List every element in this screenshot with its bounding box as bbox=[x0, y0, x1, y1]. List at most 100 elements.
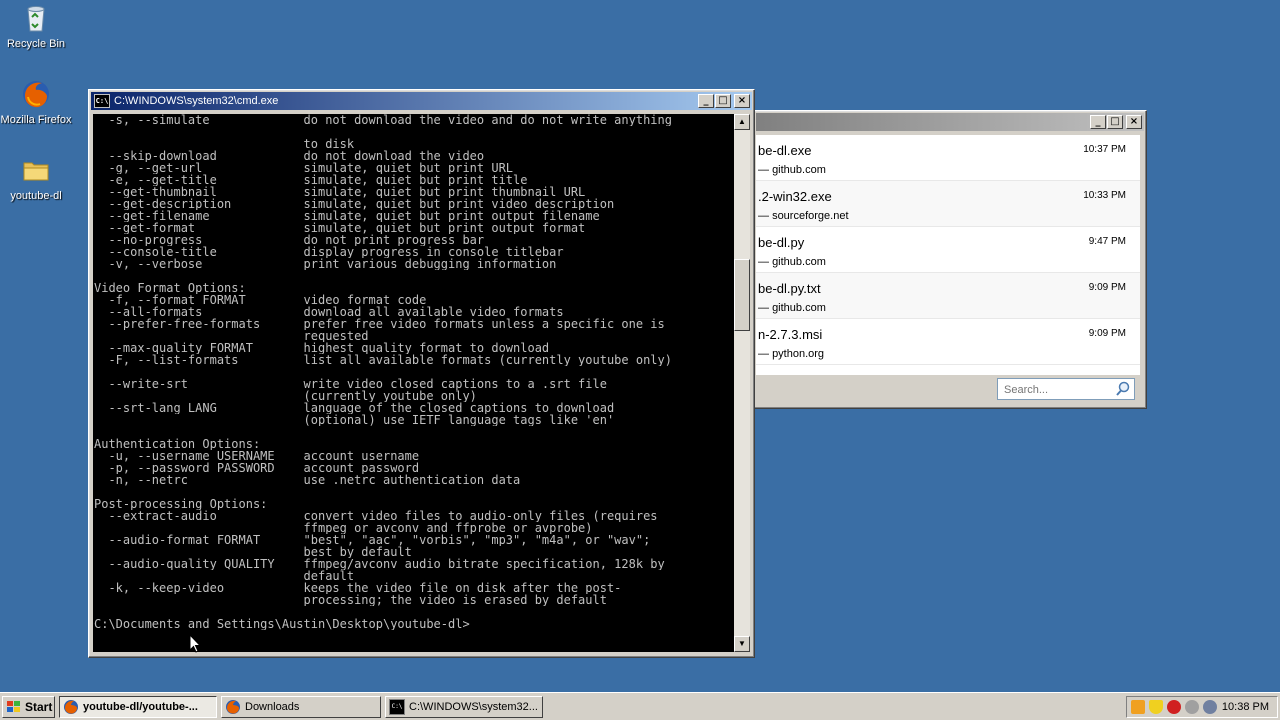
tray-shield-icon[interactable] bbox=[1149, 700, 1163, 714]
console-line: --srt-lang LANG language of the closed c… bbox=[94, 402, 615, 414]
console-line: --audio-quality QUALITY ffmpeg/avconv au… bbox=[94, 558, 665, 570]
console-line: --audio-format FORMAT "best", "aac", "vo… bbox=[94, 534, 651, 546]
download-item[interactable]: be-dl.py — github.com 9:47 PM bbox=[756, 227, 1140, 273]
scroll-up-button[interactable]: ▲ bbox=[734, 114, 750, 130]
maximize-button[interactable]: □ bbox=[715, 94, 731, 108]
console-line: Video Format Options: bbox=[94, 282, 246, 294]
console-line: --get-filename simulate, quiet but print… bbox=[94, 210, 600, 222]
desktop-icon-label: Recycle Bin bbox=[6, 38, 66, 50]
windows-logo-icon bbox=[7, 701, 20, 712]
console-line: --prefer-free-formats prefer free video … bbox=[94, 318, 665, 330]
console-line: -s, --simulate do not download the video… bbox=[94, 114, 672, 126]
tray-security-icon[interactable] bbox=[1167, 700, 1181, 714]
download-source[interactable]: — github.com bbox=[758, 164, 826, 176]
console-line: -u, --username USERNAME account username bbox=[94, 450, 420, 462]
desktop-icon-firefox[interactable]: Mozilla Firefox bbox=[0, 78, 72, 127]
taskbar-button-cmd[interactable]: C:\ C:\WINDOWS\system32... bbox=[385, 696, 543, 718]
close-button[interactable]: × bbox=[734, 94, 750, 108]
search-input[interactable] bbox=[1002, 380, 1116, 400]
desktop-icon-label: Mozilla Firefox bbox=[0, 114, 72, 126]
console-line: Authentication Options: bbox=[94, 438, 261, 450]
cmd-titlebar[interactable]: C:\ C:\WINDOWS\system32\cmd.exe _ □ × bbox=[91, 92, 752, 110]
download-filename: be-dl.exe bbox=[758, 143, 812, 158]
firefox-icon bbox=[226, 700, 240, 714]
download-item[interactable]: n-2.7.3.msi — python.org 9:09 PM bbox=[756, 319, 1140, 365]
console-line: --max-quality FORMAT highest quality for… bbox=[94, 342, 550, 354]
console-line: (optional) use IETF language tags like '… bbox=[94, 414, 615, 426]
tray-settings-icon[interactable] bbox=[1203, 700, 1217, 714]
tray-network-icon[interactable] bbox=[1131, 700, 1145, 714]
console-line: -p, --password PASSWORD account password bbox=[94, 462, 420, 474]
desktop-icon-label: youtube-dl bbox=[10, 190, 62, 202]
download-item[interactable]: be-dl.py.txt — github.com 9:09 PM bbox=[756, 273, 1140, 319]
start-label: Start bbox=[25, 700, 53, 714]
downloads-search[interactable] bbox=[997, 378, 1135, 400]
console-line: --skip-download do not download the vide… bbox=[94, 150, 485, 162]
desktop-icon-youtube-dl[interactable]: youtube-dl bbox=[0, 154, 72, 203]
download-item[interactable]: be-dl.exe — github.com 10:37 PM bbox=[756, 135, 1140, 181]
console-line: to disk bbox=[94, 138, 355, 150]
task-label: youtube-dl/youtube-... bbox=[83, 701, 198, 713]
desktop-icon-recycle-bin[interactable]: Recycle Bin bbox=[0, 2, 72, 51]
download-filename: .2-win32.exe bbox=[758, 189, 832, 204]
download-time: 9:47 PM bbox=[1088, 236, 1126, 247]
scroll-down-button[interactable]: ▼ bbox=[734, 636, 750, 652]
taskbar-button-downloads[interactable]: Downloads bbox=[221, 696, 381, 718]
console-line: -F, --list-formats list all available fo… bbox=[94, 354, 672, 366]
system-tray: 10:38 PM bbox=[1126, 696, 1278, 718]
cmd-icon: C:\ bbox=[94, 94, 110, 108]
console-line: --get-description simulate, quiet but pr… bbox=[94, 198, 615, 210]
downloads-titlebar[interactable]: _ □ × bbox=[756, 113, 1144, 131]
downloads-window[interactable]: _ □ × be-dl.exe — github.com 10:37 PM .2… bbox=[753, 110, 1147, 409]
console-line: ffmpeg or avconv and ffprobe or avprobe) bbox=[94, 522, 593, 534]
firefox-icon bbox=[64, 700, 78, 714]
taskbar-button-firefox-youtube-dl[interactable]: youtube-dl/youtube-... bbox=[59, 696, 217, 718]
console-line: Post-processing Options: bbox=[94, 498, 268, 510]
console-line: best by default bbox=[94, 546, 412, 558]
download-filename: be-dl.py bbox=[758, 235, 805, 250]
download-filename: n-2.7.3.msi bbox=[758, 327, 823, 342]
firefox-icon bbox=[20, 78, 52, 110]
minimize-button[interactable]: _ bbox=[698, 94, 714, 108]
download-time: 10:33 PM bbox=[1083, 190, 1126, 201]
download-item[interactable]: .2-win32.exe — sourceforge.net 10:33 PM bbox=[756, 181, 1140, 227]
clock[interactable]: 10:38 PM bbox=[1222, 701, 1269, 713]
downloads-list: be-dl.exe — github.com 10:37 PM .2-win32… bbox=[756, 135, 1140, 375]
scroll-thumb[interactable] bbox=[734, 259, 750, 331]
console-line: C:\Documents and Settings\Austin\Desktop… bbox=[94, 618, 470, 630]
cmd-icon: C:\ bbox=[389, 699, 405, 715]
console-output[interactable]: -s, --simulate do not download the video… bbox=[93, 114, 734, 652]
download-time: 10:37 PM bbox=[1083, 144, 1126, 155]
close-button[interactable]: × bbox=[1126, 115, 1142, 129]
taskbar: Start youtube-dl/youtube-... Downloads C… bbox=[0, 692, 1280, 720]
download-source[interactable]: — github.com bbox=[758, 256, 826, 268]
minimize-button[interactable]: _ bbox=[1090, 115, 1106, 129]
console-line: --all-formats download all available vid… bbox=[94, 306, 564, 318]
console-line: --no-progress do not print progress bar bbox=[94, 234, 485, 246]
download-source[interactable]: — github.com bbox=[758, 302, 826, 314]
console-line: --write-srt write video closed captions … bbox=[94, 378, 607, 390]
vertical-scrollbar[interactable]: ▲ ▼ bbox=[734, 114, 750, 652]
maximize-button[interactable]: □ bbox=[1107, 115, 1123, 129]
console-line: (currently youtube only) bbox=[94, 390, 477, 402]
download-source[interactable]: — sourceforge.net bbox=[758, 210, 849, 222]
console-line: -e, --get-title simulate, quiet but prin… bbox=[94, 174, 528, 186]
start-button[interactable]: Start bbox=[2, 696, 55, 718]
task-label: Downloads bbox=[245, 701, 300, 713]
recycle-bin-icon bbox=[20, 2, 52, 34]
console-line: processing; the video is erased by defau… bbox=[94, 594, 607, 606]
cmd-window[interactable]: C:\ C:\WINDOWS\system32\cmd.exe _ □ × -s… bbox=[88, 89, 755, 658]
tray-antivirus-icon[interactable] bbox=[1185, 700, 1199, 714]
console-line: requested bbox=[94, 330, 369, 342]
console-line: --extract-audio convert video files to a… bbox=[94, 510, 658, 522]
mouse-cursor-icon bbox=[189, 634, 201, 653]
console-line: --get-thumbnail simulate, quiet but prin… bbox=[94, 186, 586, 198]
download-source[interactable]: — python.org bbox=[758, 348, 824, 360]
console-line: --get-format simulate, quiet but print o… bbox=[94, 222, 586, 234]
search-icon[interactable] bbox=[1115, 381, 1131, 397]
